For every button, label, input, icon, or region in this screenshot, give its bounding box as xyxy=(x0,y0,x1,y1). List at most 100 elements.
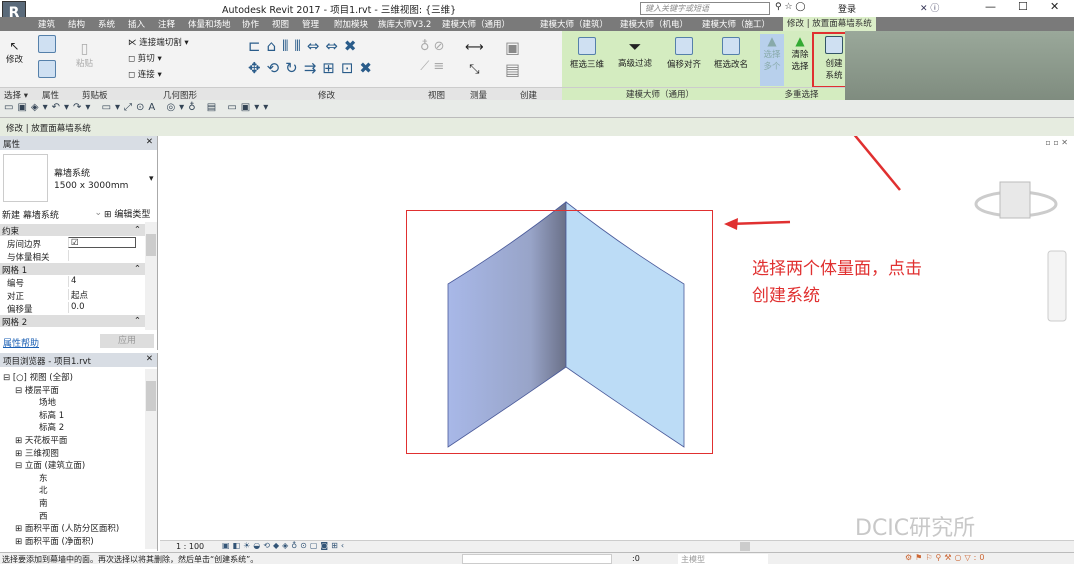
horizontal-scrollbar[interactable] xyxy=(740,542,750,551)
tree-item[interactable]: ⊞ 三维视图 xyxy=(15,447,59,459)
join-button[interactable]: ◻ 连接 ▾ xyxy=(128,67,189,83)
search-input[interactable]: 键入关键字或短语 xyxy=(640,2,770,15)
quick-access-toolbar[interactable]: ▭▣◈▾↶▾↷▾ ▭▾⤢⊙A ◎▾♁ ▤ ▭▣▾▾ xyxy=(0,100,1074,118)
advanced-filter-button[interactable]: ⏷ 高级过滤 xyxy=(618,37,652,69)
tab-systems[interactable]: 系统 xyxy=(98,18,115,30)
tree-item[interactable]: 标高 1 xyxy=(39,409,64,421)
tab-modify-curtain-system[interactable]: 修改 | 放置面幕墙系统 xyxy=(783,17,876,31)
modify-tools[interactable]: ⊏⌂⫴⫴⇔⇔✖ ✥⟲↻⇉⊞⊡✖ xyxy=(248,35,378,79)
type-name: 幕墙系统 xyxy=(54,169,91,179)
selection-filter-icons[interactable]: ⚙⚑⚐⚲⚒○▽:0 xyxy=(905,553,987,562)
edit-type-button[interactable]: ⊞ 编辑类型 xyxy=(104,207,150,220)
tab-insert[interactable]: 插入 xyxy=(128,18,145,30)
close-icon[interactable]: ✕ xyxy=(146,137,153,147)
cut-button[interactable]: ◻ 剪切 ▾ xyxy=(128,51,189,67)
apply-button[interactable]: 应用 xyxy=(100,334,154,348)
measure-tools[interactable]: ⟷ ⤡ xyxy=(465,37,484,81)
properties-button[interactable] xyxy=(38,35,56,81)
tab-bim-general[interactable]: 建模大师（通用） xyxy=(442,18,510,30)
property-value[interactable]: ☑ xyxy=(68,237,136,248)
chevron-down-icon[interactable]: ▾ xyxy=(149,174,154,184)
type-preview xyxy=(3,154,48,202)
tree-item[interactable]: 场地 xyxy=(39,396,56,408)
maximize-button[interactable]: ☐ xyxy=(1018,0,1028,13)
panel-bim-general: 建模大师（通用） xyxy=(562,88,758,100)
type-selector[interactable]: 幕墙系统 1500 x 3000mm xyxy=(54,168,128,192)
tab-bim-mep[interactable]: 建模大师（机电） xyxy=(620,18,688,30)
create-tools[interactable]: ▣ ▤ xyxy=(505,37,520,81)
join-label: 连接 xyxy=(137,70,155,80)
highlight-box xyxy=(406,210,713,454)
title-bar: R Autodesk Revit 2017 - 项目1.rvt - 三维视图: … xyxy=(0,0,1074,25)
tab-bim-arch[interactable]: 建模大师（建筑） xyxy=(540,18,608,30)
property-row[interactable]: 偏移量 0.0 xyxy=(0,302,145,315)
tab-bim-construction[interactable]: 建模大师（施工） xyxy=(702,18,770,30)
curtain-grid-icon xyxy=(825,36,843,54)
box-3d-button[interactable]: 框选三维 xyxy=(570,37,604,70)
cut-label: 剪切 xyxy=(137,54,155,64)
rename-icon xyxy=(722,37,740,55)
workset-field[interactable] xyxy=(462,554,612,564)
property-section[interactable]: 网格 2 ⌃ xyxy=(0,315,145,328)
tab-massing[interactable]: 体量和场地 xyxy=(188,18,231,30)
instance-filter-dropdown[interactable]: 新建 幕墙系统 ⌄ xyxy=(2,208,102,221)
box-rename-button[interactable]: 框选改名 xyxy=(714,37,748,70)
tab-family-library[interactable]: 族库大师V3.2 xyxy=(378,18,431,30)
tree-item[interactable]: ⊞ 面积平面 (人防分区面积) xyxy=(15,522,119,534)
minimize-button[interactable]: — xyxy=(985,0,996,13)
property-value[interactable]: 0.0 xyxy=(68,302,136,313)
cut-join-button[interactable]: ⋉ 连接端切割 ▾ xyxy=(128,35,189,51)
select-multiple-button[interactable]: ▲ 选择多个 xyxy=(760,34,784,86)
tree-item[interactable]: ⊟ [○] 视图 (全部) xyxy=(3,371,73,383)
paste-button[interactable]: ▯ 粘贴 xyxy=(76,41,93,69)
property-name: 约束 xyxy=(2,227,20,237)
properties-icon xyxy=(38,60,56,78)
tab-structure[interactable]: 结构 xyxy=(68,18,85,30)
property-row[interactable]: 编号 4 xyxy=(0,276,145,289)
properties-help-link[interactable]: 属性帮助 xyxy=(3,336,39,349)
tree-item[interactable]: 北 xyxy=(39,484,48,496)
tab-architecture[interactable]: 建筑 xyxy=(38,18,55,30)
clear-selection-button[interactable]: ▲ 清除选择 xyxy=(790,34,810,72)
tree-item[interactable]: 东 xyxy=(39,472,48,484)
property-row[interactable]: 与体量相关 xyxy=(0,250,145,263)
tree-item[interactable]: ⊞ 面积平面 (净面积) xyxy=(15,535,94,547)
offset-align-button[interactable]: 偏移对齐 xyxy=(667,37,701,70)
view-window-controls[interactable]: ▫ ▫ ✕ xyxy=(1045,138,1068,147)
status-bar: 选择要添加到幕墙中的面。再次选择以将其删除，然后单击“创建系统”。 :0 主模型… xyxy=(0,552,1074,564)
property-section[interactable]: 约束 ⌃ xyxy=(0,224,145,237)
help-icon[interactable]: ✕ ⓘ xyxy=(920,1,939,14)
tree-item[interactable]: 南 xyxy=(39,497,48,509)
close-icon[interactable]: ✕ xyxy=(146,354,153,364)
close-button[interactable]: ✕ xyxy=(1050,0,1059,13)
tree-item[interactable]: 西 xyxy=(39,510,48,522)
tab-annotate[interactable]: 注释 xyxy=(158,18,175,30)
tree-item[interactable]: ⊟ 楼层平面 xyxy=(15,384,59,396)
design-option-field[interactable]: 主模型 xyxy=(678,554,768,564)
tree-item[interactable]: 标高 2 xyxy=(39,421,64,433)
viewcube-icon xyxy=(974,181,1058,219)
view-tools[interactable]: ♁ ⊘ ⟋ ≡ xyxy=(420,37,445,77)
binoculars-icon[interactable]: ⚲ ☆ ◯ xyxy=(775,2,805,12)
type-size: 1500 x 3000mm xyxy=(54,181,129,191)
modify-button[interactable]: ↖ 修改 xyxy=(6,39,23,65)
tree-item[interactable]: ⊞ 天花板平面 xyxy=(15,434,67,446)
tab-view[interactable]: 视图 xyxy=(272,18,289,30)
scale-label[interactable]: 1 : 100 xyxy=(176,542,204,551)
property-row[interactable]: 对正 起点 xyxy=(0,289,145,302)
login-link[interactable]: 登录 xyxy=(838,2,856,15)
property-name: 对正 xyxy=(7,292,25,302)
property-section[interactable]: 网格 1 ⌃ xyxy=(0,263,145,276)
view-control-icons[interactable]: ▣◧☀◒⟲◆◈♁⊙▢◙⊞‹ xyxy=(222,541,347,550)
tab-collaborate[interactable]: 协作 xyxy=(242,18,259,30)
tab-addins[interactable]: 附加模块 xyxy=(334,18,368,30)
tab-manage[interactable]: 管理 xyxy=(302,18,319,30)
view-control-bar[interactable]: 1 : 100 ▣◧☀◒⟲◆◈♁⊙▢◙⊞‹ xyxy=(160,540,1074,552)
property-value[interactable] xyxy=(68,250,136,261)
property-value[interactable]: 4 xyxy=(68,276,136,287)
properties-scrollbar[interactable] xyxy=(145,222,157,330)
browser-scrollbar[interactable] xyxy=(145,369,157,549)
property-value[interactable]: 起点 xyxy=(68,289,136,301)
property-row[interactable]: 房间边界 ☑ xyxy=(0,237,145,250)
tree-item[interactable]: ⊟ 立面 (建筑立面) xyxy=(15,459,85,471)
